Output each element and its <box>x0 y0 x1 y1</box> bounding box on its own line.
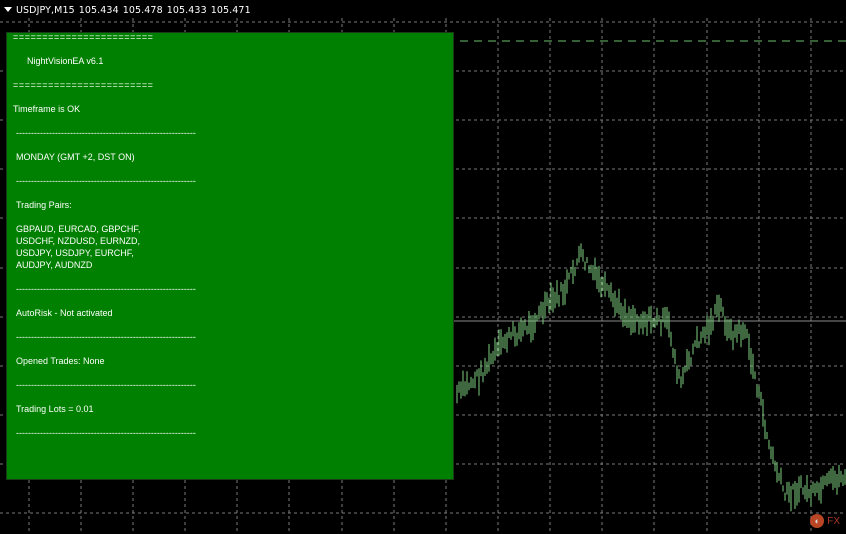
dropdown-triangle-icon[interactable] <box>4 7 12 12</box>
opened-trades: Opened Trades: None <box>16 356 105 366</box>
divider-5: ----------------------------------------… <box>16 380 196 390</box>
price-bars <box>456 243 846 512</box>
pairs-line-1: GBPAUD, EURCAD, GBPCHF, <box>16 224 141 234</box>
close-price: 105.471 <box>210 5 251 16</box>
ea-name: NightVisionEA v6.1 <box>27 56 104 66</box>
symbol-timeframe: USDJPY,M15 <box>16 5 75 16</box>
ea-info-panel: ======================== NightVisionEA v… <box>6 32 454 480</box>
timeframe-status: Timeframe is OK <box>13 104 81 114</box>
divider-2: ----------------------------------------… <box>16 176 196 186</box>
autorisk-status: AutoRisk - Not activated <box>16 308 113 318</box>
pairs-line-2: USDCHF, NZDUSD, EURNZD, <box>16 236 141 246</box>
trading-pairs-label: Trading Pairs: <box>16 200 72 210</box>
chart-window[interactable]: USDJPY,M15 105.434 105.478 105.433 105.471 =… <box>0 0 846 534</box>
fxdaily-logo-icon: ◐ <box>810 514 825 528</box>
day-info: MONDAY (GMT +2, DST ON) <box>16 152 135 162</box>
watermark: ◐ FX <box>810 514 840 528</box>
separator-bottom: ======================== <box>13 80 154 90</box>
symbol-info-bar: USDJPY,M15 105.434 105.478 105.433 105.471 <box>4 4 255 18</box>
pairs-line-3: USDJPY, USDJPY, EURCHF, <box>16 248 134 258</box>
divider-6: ----------------------------------------… <box>16 428 196 438</box>
trading-lots: Trading Lots = 0.01 <box>16 404 94 414</box>
open-price: 105.434 <box>78 5 119 16</box>
separator-top: ======================== <box>13 32 154 42</box>
low-price: 105.433 <box>166 5 207 16</box>
divider-4: ----------------------------------------… <box>16 332 196 342</box>
pairs-line-4: AUDJPY, AUDNZD <box>16 260 93 270</box>
divider-3: ----------------------------------------… <box>16 284 196 294</box>
divider-1: ----------------------------------------… <box>16 128 196 138</box>
high-price: 105.478 <box>122 5 163 16</box>
